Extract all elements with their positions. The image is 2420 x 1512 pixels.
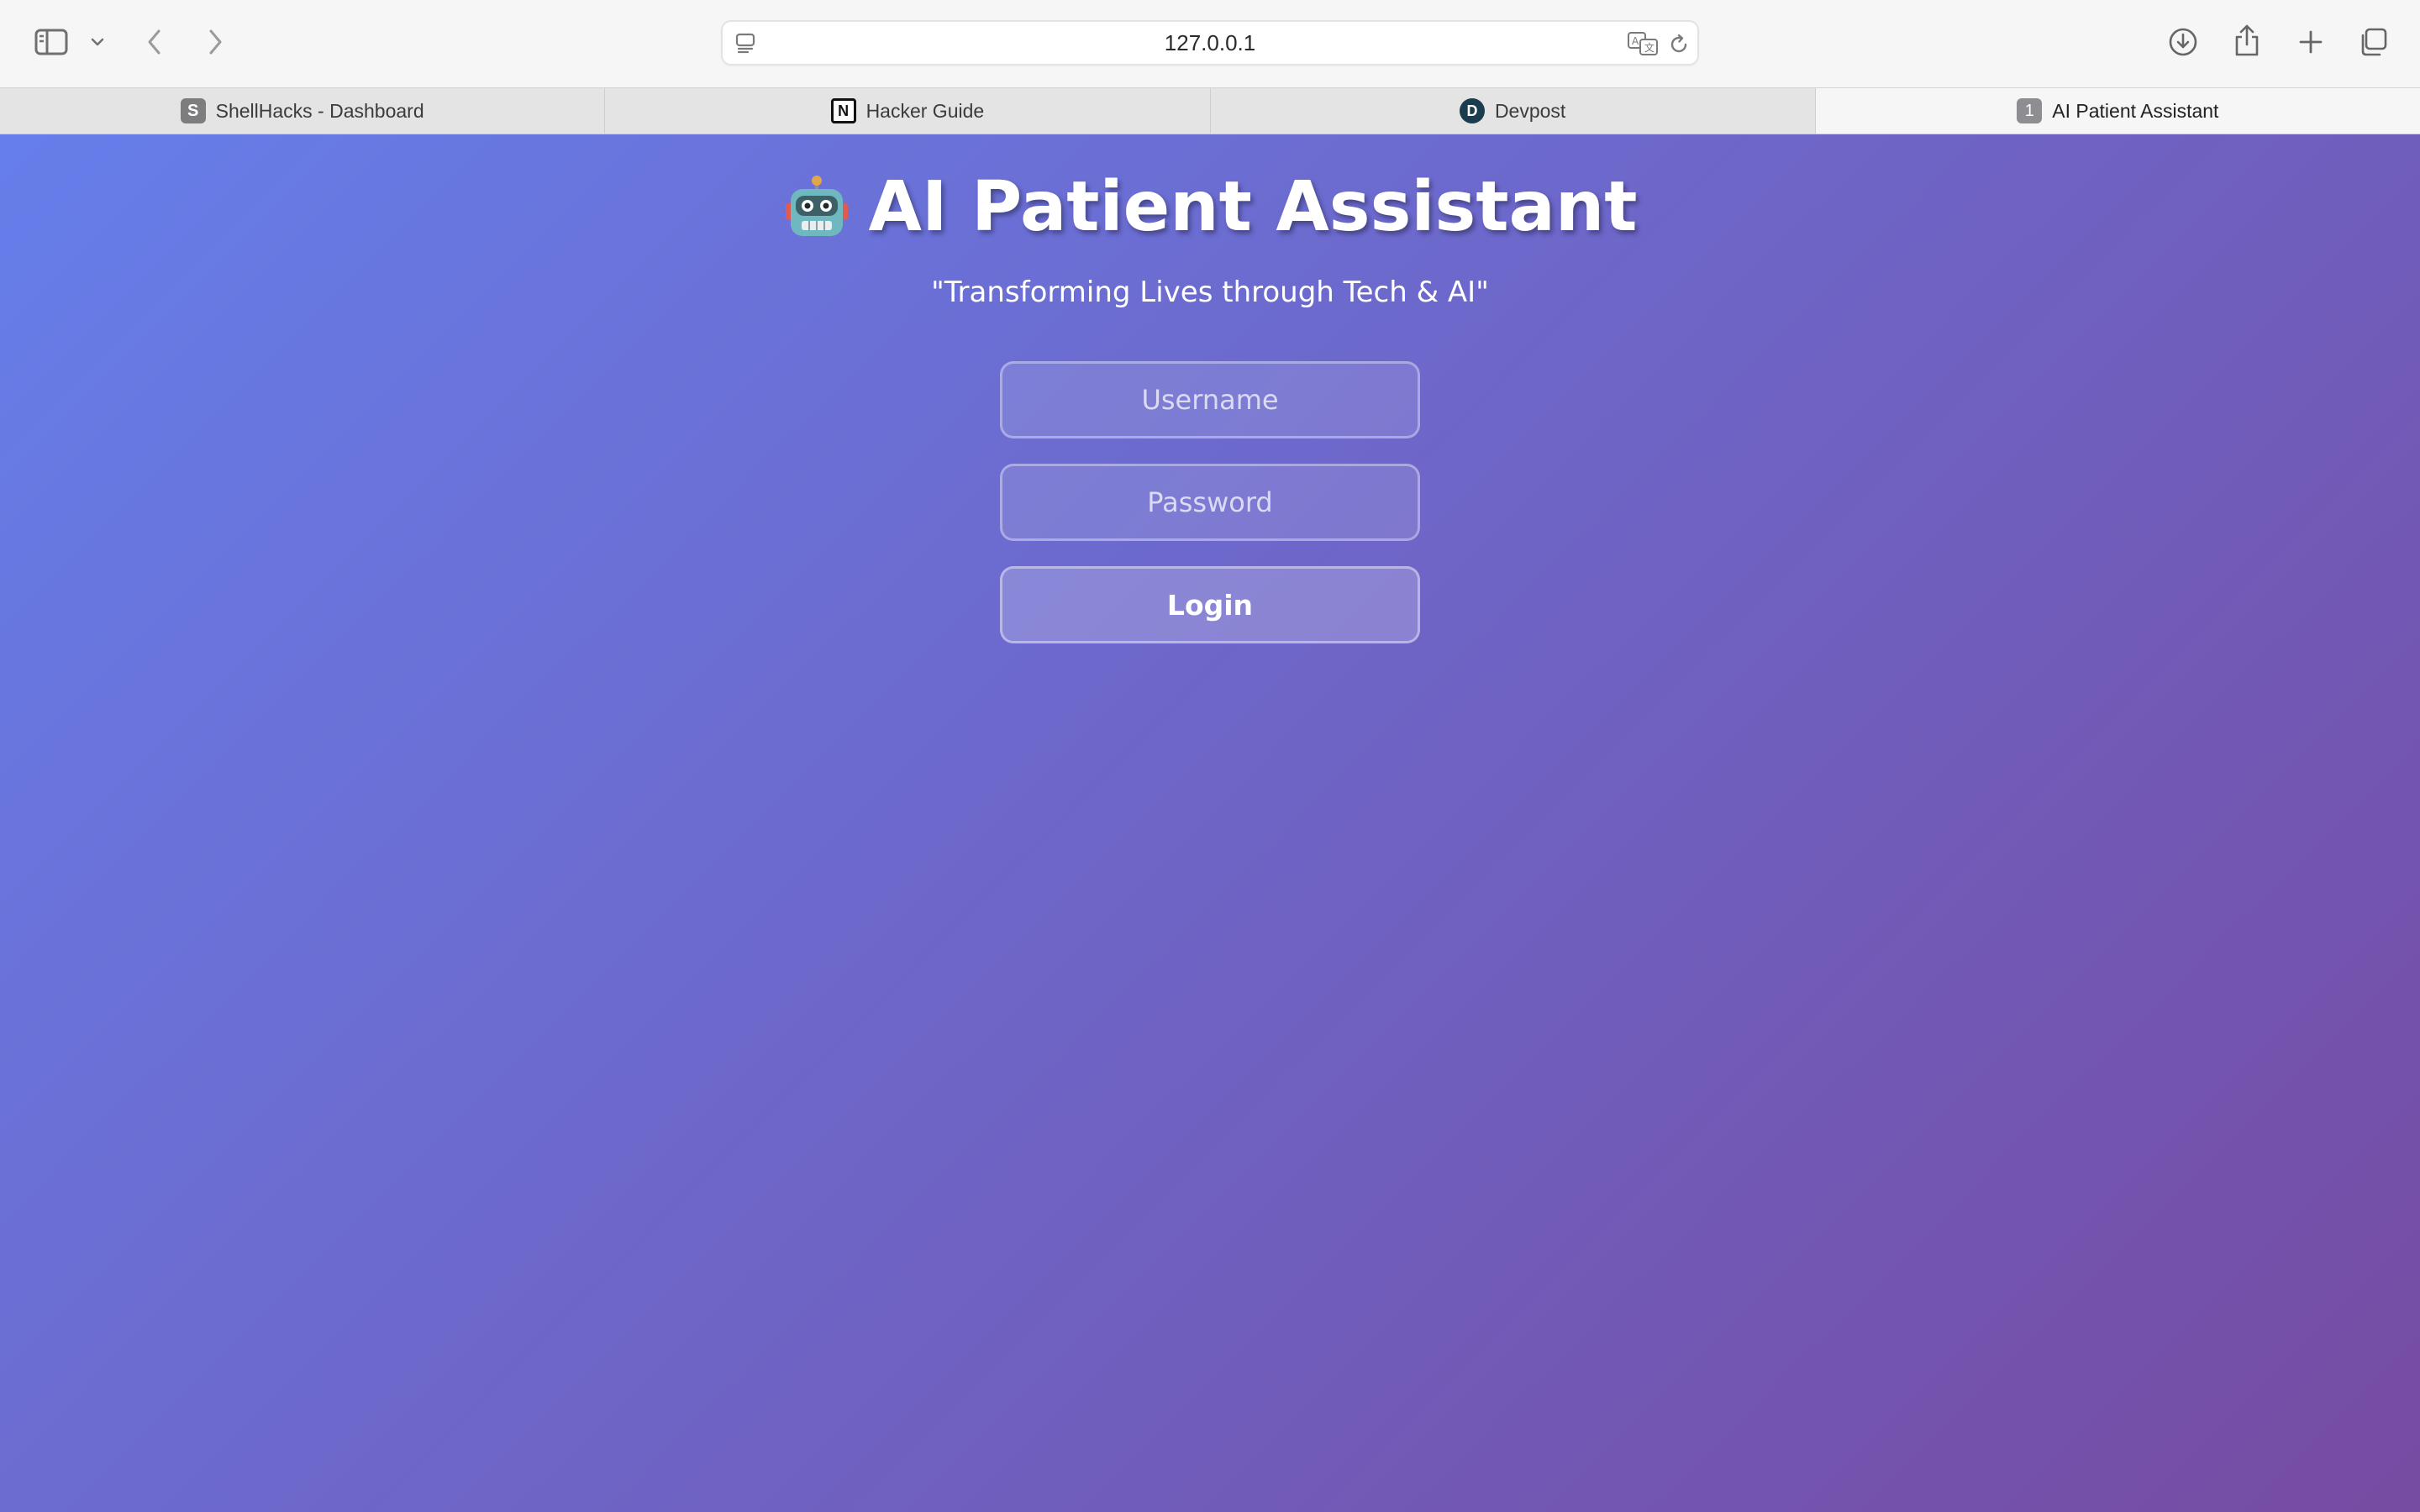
translate-icon[interactable]: A 文 [1627, 31, 1660, 60]
robot-icon [783, 173, 850, 242]
browser-toolbar: 127.0.0.1 A 文 [0, 0, 2420, 87]
chevron-right-icon[interactable] [202, 25, 229, 59]
tab-shellhacks-dashboard[interactable]: S ShellHacks - Dashboard [0, 88, 606, 134]
tab-overview-icon[interactable] [2356, 25, 2390, 59]
chevron-down-icon[interactable] [87, 30, 108, 54]
tab-label: ShellHacks - Dashboard [215, 99, 424, 122]
tab-ai-patient-assistant[interactable]: 1 AI Patient Assistant [1815, 88, 2420, 134]
tagline: "Transforming Lives through Tech & AI" [931, 276, 1489, 309]
page-title: AI Patient Assistant [868, 167, 1638, 247]
tab-label: Devpost [1494, 99, 1566, 122]
chevron-left-icon[interactable] [141, 25, 168, 59]
address-text[interactable]: 127.0.0.1 [723, 22, 1697, 64]
tab-label: AI Patient Assistant [2052, 99, 2219, 122]
tab-devpost[interactable]: D Devpost [1211, 88, 1816, 134]
password-input[interactable] [1000, 464, 1420, 541]
svg-text:A: A [1632, 35, 1639, 47]
username-input[interactable] [1000, 361, 1420, 438]
reload-icon[interactable] [1667, 33, 1691, 60]
tab-label: Hacker Guide [865, 99, 985, 122]
download-icon[interactable] [2166, 25, 2200, 59]
notion-favicon-icon: N [830, 98, 856, 123]
plus-icon[interactable] [2294, 25, 2328, 59]
page-content: AI Patient Assistant "Transforming Lives… [0, 134, 2420, 1512]
address-bar[interactable]: 127.0.0.1 A 文 [721, 20, 1699, 66]
devpost-favicon-icon: D [1459, 98, 1485, 123]
share-icon[interactable] [2230, 22, 2264, 59]
shellhacks-favicon-icon: S [180, 98, 206, 123]
page-header: AI Patient Assistant [0, 173, 2420, 242]
tab-strip: S ShellHacks - Dashboard N Hacker Guide … [0, 87, 2420, 134]
svg-text:文: 文 [1644, 41, 1655, 54]
tab-hacker-guide[interactable]: N Hacker Guide [605, 88, 1211, 134]
local-favicon-icon: 1 [2017, 98, 2043, 123]
sidebar-icon[interactable] [32, 25, 71, 59]
login-button[interactable]: Login [1000, 566, 1420, 643]
